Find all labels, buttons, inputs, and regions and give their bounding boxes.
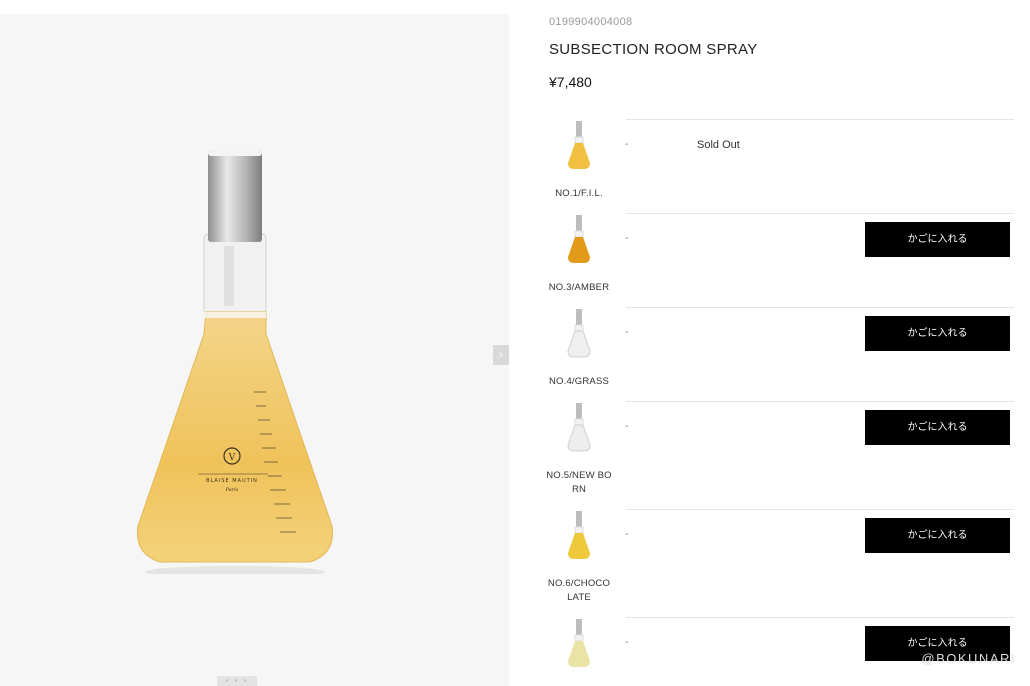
product-image-gallery: V BLAISE MAUTIN Paris • • • [0,14,509,686]
product-title: SUBSECTION ROOM SPRAY [549,41,758,58]
variant-option-dash: - [625,233,629,244]
variant-thumbnail[interactable] [566,509,592,561]
variant-thumbnail[interactable] [566,401,592,453]
variant-thumbnail[interactable] [566,213,592,265]
row-divider [626,119,1014,120]
gallery-next-button[interactable]: › [493,345,509,365]
variant-row: NO.3/AMBER - かごに入れる [540,213,1014,307]
variant-thumbnail[interactable] [566,617,592,669]
add-to-cart-button[interactable]: かごに入れる [865,518,1010,553]
variant-row: NO.5/NEW BO RN - かごに入れる [540,401,1014,509]
variant-row: NO.4/GRASS - かごに入れる [540,307,1014,401]
variant-name: NO.6/CHOCO LATE [547,578,611,603]
sold-out-label: Sold Out [697,139,740,151]
variant-option-dash: - [625,421,629,432]
variant-name: NO.4/GRASS [548,376,610,387]
variant-thumbnail[interactable] [566,119,592,171]
product-bottle-image: V BLAISE MAUTIN Paris [136,150,334,574]
row-divider [626,307,1014,308]
svg-text:BLAISE MAUTIN: BLAISE MAUTIN [206,478,258,484]
row-divider [626,617,1014,618]
product-price: ¥7,480 [549,74,592,90]
svg-text:V: V [228,453,236,463]
svg-text:Paris: Paris [225,487,239,493]
watermark-text: @BOKUNARI [921,651,1016,666]
add-to-cart-button[interactable]: かごに入れる [865,316,1010,351]
gallery-pagination-dots[interactable]: • • • [217,676,257,686]
add-to-cart-button[interactable]: かごに入れる [865,222,1010,257]
variant-option-dash: - [625,327,629,338]
variant-name: NO.5/NEW BO RN [546,470,612,495]
variant-row: NO.1/F.I.L. - Sold Out [540,119,1014,213]
variant-option-dash: - [625,529,629,540]
row-divider [626,401,1014,402]
variant-thumbnail[interactable] [566,307,592,359]
row-divider [626,509,1014,510]
product-sku: 0199904004008 [549,16,633,28]
add-to-cart-button[interactable]: かごに入れる [865,410,1010,445]
variant-name: NO.1/F.I.L. [555,188,603,199]
variant-option-dash: - [625,637,629,648]
variant-option-dash: - [625,139,629,150]
variant-row: NO.6/CHOCO LATE - かごに入れる [540,509,1014,617]
row-divider [626,213,1014,214]
variant-name: NO.3/AMBER [548,282,610,293]
